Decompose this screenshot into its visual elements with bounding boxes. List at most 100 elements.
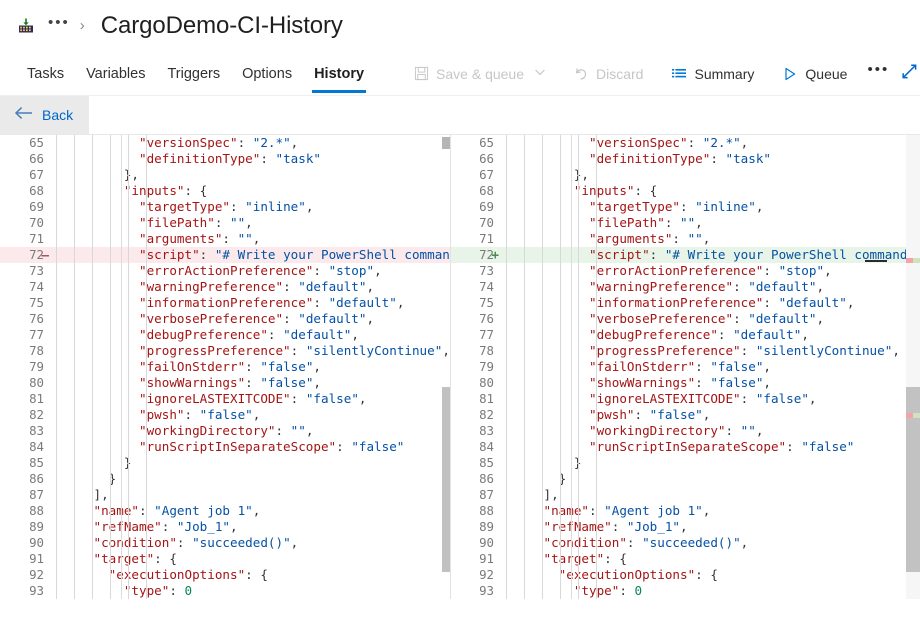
tab-label: History (314, 66, 364, 82)
code-line[interactable]: 69 "targetType": "inline", (450, 199, 920, 215)
code-line[interactable]: 83 "workingDirectory": "", (0, 423, 450, 439)
code-line[interactable]: 91 "target": { (450, 551, 920, 567)
code-line[interactable]: 90 "condition": "succeeded()", (450, 535, 920, 551)
code-line[interactable]: 66 "definitionType": "task" (450, 151, 920, 167)
code-text: "target": { (498, 551, 920, 567)
code-line[interactable]: 70 "filePath": "", (0, 215, 450, 231)
code-line[interactable]: 79 "failOnStderr": "false", (450, 359, 920, 375)
code-text: "pwsh": "false", (48, 407, 450, 423)
code-line[interactable]: 67 }, (0, 167, 450, 183)
line-number: 92 (450, 567, 498, 583)
queue-button[interactable]: Queue (774, 62, 855, 86)
line-number: 70 (0, 215, 48, 231)
line-number: 86 (0, 471, 48, 487)
code-line[interactable]: 86 } (450, 471, 920, 487)
code-line[interactable]: 71 "arguments": "", (450, 231, 920, 247)
tab-history[interactable]: History (303, 52, 375, 96)
code-line[interactable]: 90 "condition": "succeeded()", (0, 535, 450, 551)
scrollbar-top-marker[interactable] (442, 137, 450, 149)
code-line[interactable]: 89 "refName": "Job_1", (0, 519, 450, 535)
tab-triggers[interactable]: Triggers (156, 52, 231, 96)
code-line[interactable]: 76 "verbosePreference": "default", (0, 311, 450, 327)
code-text: "ignoreLASTEXITCODE": "false", (498, 391, 920, 407)
code-line[interactable]: 86 } (0, 471, 450, 487)
code-line[interactable]: 93 "type": 0 (0, 583, 450, 599)
code-line[interactable]: 92 "executionOptions": { (450, 567, 920, 583)
code-line[interactable]: 82 "pwsh": "false", (0, 407, 450, 423)
chevron-down-icon[interactable] (531, 68, 545, 79)
code-line[interactable]: 70 "filePath": "", (450, 215, 920, 231)
code-line[interactable]: 87 ], (450, 487, 920, 503)
code-line[interactable]: 77 "debugPreference": "default", (0, 327, 450, 343)
code-line[interactable]: 73 "errorActionPreference": "stop", (450, 263, 920, 279)
pipeline-build-icon[interactable] (16, 16, 36, 36)
code-line[interactable]: 84 "runScriptInSeparateScope": "false" (0, 439, 450, 455)
code-line[interactable]: 69 "targetType": "inline", (0, 199, 450, 215)
code-line[interactable]: 72+ "script": "# Write your PowerShell c… (450, 247, 920, 263)
code-line[interactable]: 78 "progressPreference": "silentlyContin… (450, 343, 920, 359)
diff-pane-modified[interactable]: 65 "versionSpec": "2.*",66 "definitionTy… (450, 135, 920, 599)
diff-overview-ruler[interactable] (906, 135, 920, 599)
ruler-mark-deleted[interactable] (906, 258, 913, 263)
tab-options[interactable]: Options (231, 52, 303, 96)
code-line[interactable]: 85 } (0, 455, 450, 471)
more-actions-button[interactable]: ••• (855, 64, 901, 84)
code-line[interactable]: 85 } (450, 455, 920, 471)
code-text: "warningPreference": "default", (498, 279, 920, 295)
code-line[interactable]: 84 "runScriptInSeparateScope": "false" (450, 439, 920, 455)
tab-variables[interactable]: Variables (75, 52, 156, 96)
diff-pane-original[interactable]: 65 "versionSpec": "2.*",66 "definitionTy… (0, 135, 450, 599)
code-line[interactable]: 83 "workingDirectory": "", (450, 423, 920, 439)
code-line[interactable]: 81 "ignoreLASTEXITCODE": "false", (0, 391, 450, 407)
discard-button[interactable]: Discard (565, 62, 651, 86)
code-line[interactable]: 67 }, (450, 167, 920, 183)
back-button[interactable]: Back (0, 96, 89, 134)
code-line[interactable]: 88 "name": "Agent job 1", (450, 503, 920, 519)
code-text: "runScriptInSeparateScope": "false" (48, 439, 450, 455)
code-line[interactable]: 74 "warningPreference": "default", (450, 279, 920, 295)
code-text: "condition": "succeeded()", (498, 535, 920, 551)
ruler-mark-deleted[interactable] (906, 413, 913, 418)
code-line[interactable]: 73 "errorActionPreference": "stop", (0, 263, 450, 279)
code-line[interactable]: 80 "showWarnings": "false", (450, 375, 920, 391)
line-number: 82 (450, 407, 498, 423)
code-line[interactable]: 79 "failOnStderr": "false", (0, 359, 450, 375)
code-line[interactable]: 82 "pwsh": "false", (450, 407, 920, 423)
code-line[interactable]: 75 "informationPreference": "default", (0, 295, 450, 311)
code-line[interactable]: 74 "warningPreference": "default", (0, 279, 450, 295)
code-line[interactable]: 75 "informationPreference": "default", (450, 295, 920, 311)
save-and-queue-button[interactable]: Save & queue (405, 62, 553, 86)
code-text: "workingDirectory": "", (48, 423, 450, 439)
summary-button[interactable]: Summary (663, 62, 762, 86)
vertical-scrollbar-original[interactable] (436, 135, 450, 599)
code-line[interactable]: 65 "versionSpec": "2.*", (0, 135, 450, 151)
code-line[interactable]: 80 "showWarnings": "false", (0, 375, 450, 391)
code-line[interactable]: 77 "debugPreference": "default", (450, 327, 920, 343)
scrollbar-thumb[interactable] (442, 387, 450, 572)
tab-tasks[interactable]: Tasks (16, 52, 75, 96)
code-line[interactable]: 81 "ignoreLASTEXITCODE": "false", (450, 391, 920, 407)
code-line[interactable]: 92 "executionOptions": { (0, 567, 450, 583)
code-line[interactable]: 87 ], (0, 487, 450, 503)
ruler-mark-inserted[interactable] (913, 258, 920, 263)
code-line[interactable]: 93 "type": 0 (450, 583, 920, 599)
ruler-mark-inserted[interactable] (913, 413, 920, 418)
code-line[interactable]: 88 "name": "Agent job 1", (0, 503, 450, 519)
expand-diagonal-icon[interactable] (901, 63, 918, 85)
code-line[interactable]: 65 "versionSpec": "2.*", (450, 135, 920, 151)
code-lines-original[interactable]: 65 "versionSpec": "2.*",66 "definitionTy… (0, 135, 450, 599)
code-line[interactable]: 71 "arguments": "", (0, 231, 450, 247)
code-line[interactable]: 68 "inputs": { (0, 183, 450, 199)
code-line[interactable]: 76 "verbosePreference": "default", (450, 311, 920, 327)
line-number: 93 (0, 583, 48, 599)
code-line[interactable]: 72– "script": "# Write your PowerShell c… (0, 247, 450, 263)
code-line[interactable]: 66 "definitionType": "task" (0, 151, 450, 167)
code-line[interactable]: 68 "inputs": { (450, 183, 920, 199)
code-line[interactable]: 78 "progressPreference": "silentlyContin… (0, 343, 450, 359)
breadcrumb-overflow-button[interactable]: ••• (36, 18, 74, 35)
code-line[interactable]: 89 "refName": "Job_1", (450, 519, 920, 535)
line-number: 89 (450, 519, 498, 535)
code-line[interactable]: 91 "target": { (0, 551, 450, 567)
code-lines-modified[interactable]: 65 "versionSpec": "2.*",66 "definitionTy… (450, 135, 920, 599)
line-number: 87 (450, 487, 498, 503)
